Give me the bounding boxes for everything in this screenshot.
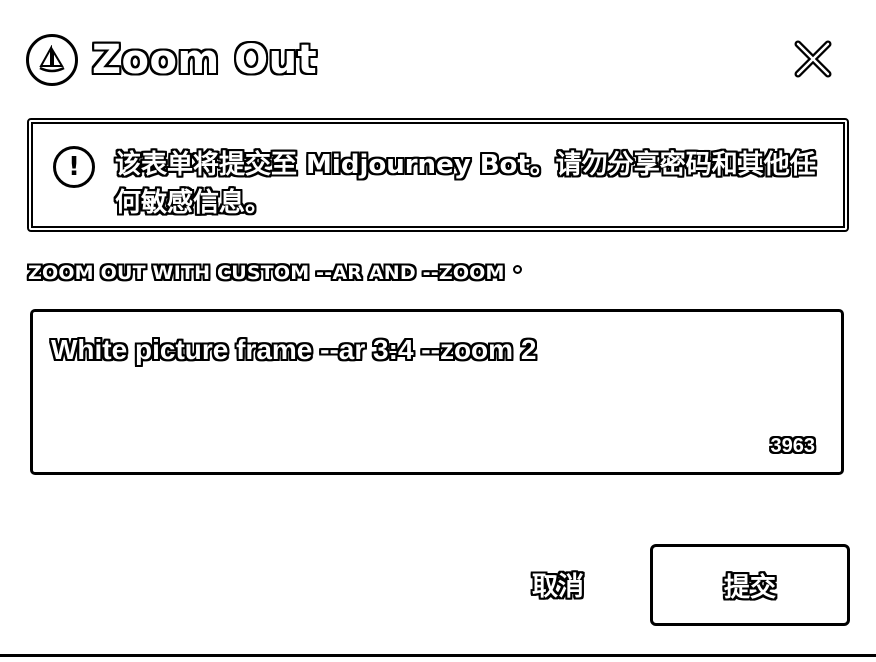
dialog-header: Zoom Out <box>26 28 317 92</box>
info-dot-icon <box>512 264 522 274</box>
close-icon[interactable] <box>793 39 833 79</box>
dialog-bottom-divider <box>0 654 876 657</box>
warning-banner: ! 该表单将提交至 Midjourney Bot。请勿分享密码和其他任何敏感信息… <box>27 118 849 232</box>
prompt-textarea-value[interactable]: White picture frame --ar 3:4 --zoom 2 <box>51 334 536 366</box>
zoom-out-dialog: Zoom Out ! 该表单将提交至 Midjourney Bot。请勿分享密码… <box>0 0 876 662</box>
prompt-field-label-text: ZOOM OUT WITH CUSTOM --AR AND --ZOOM <box>28 262 505 284</box>
close-button[interactable] <box>788 34 838 84</box>
warning-text: 该表单将提交至 Midjourney Bot。请勿分享密码和其他任何敏感信息。 <box>115 150 816 218</box>
submit-button[interactable]: 提交 <box>650 544 850 626</box>
prompt-textarea[interactable]: White picture frame --ar 3:4 --zoom 2 39… <box>30 309 844 475</box>
prompt-field-label: ZOOM OUT WITH CUSTOM --AR AND --ZOOM <box>28 262 522 284</box>
remaining-char-count: 3963 <box>770 435 816 457</box>
submit-button-label: 提交 <box>723 572 776 603</box>
midjourney-boat-icon <box>26 34 78 86</box>
dialog-title: Zoom Out <box>92 37 318 83</box>
exclamation-icon: ! <box>53 146 95 188</box>
cancel-button[interactable]: 取消 <box>512 560 604 608</box>
